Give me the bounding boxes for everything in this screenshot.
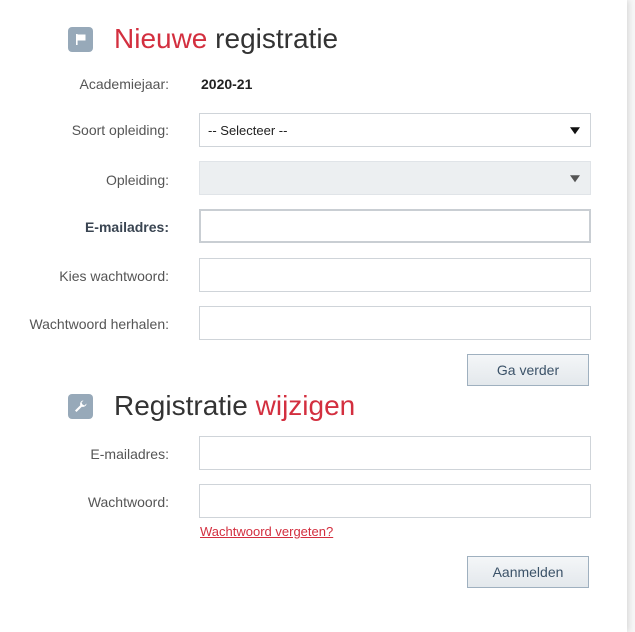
study-type-label: Soort opleiding: (71, 122, 169, 138)
email-label: E-mailadres: (84, 219, 169, 235)
program-select[interactable] (199, 161, 591, 195)
login-email-label: E-mailadres: (90, 446, 169, 462)
change-registration-title-accent: wijzigen (255, 390, 356, 421)
registration-panel: Nieuwe registratie Academiejaar: 2020-21… (0, 0, 627, 632)
login-button[interactable]: Aanmelden (467, 556, 589, 588)
program-label: Opleiding: (105, 172, 169, 188)
new-registration-heading: Nieuwe registratie (68, 23, 338, 55)
chevron-down-icon (570, 127, 580, 135)
password-repeat-field[interactable] (199, 306, 591, 340)
change-registration-heading: Registratie wijzigen (68, 390, 355, 422)
study-type-select[interactable]: -- Selecteer -- (199, 113, 591, 147)
password-label: Kies wachtwoord: (59, 268, 169, 284)
forgot-password-link[interactable]: Wachtwoord vergeten? (200, 524, 333, 539)
chevron-down-icon (570, 175, 580, 183)
wrench-icon (68, 393, 93, 419)
academic-year-label: Academiejaar: (79, 76, 170, 92)
email-field[interactable] (199, 209, 591, 243)
change-registration-title: Registratie wijzigen (114, 390, 355, 422)
login-password-field[interactable] (199, 484, 591, 518)
flag-icon (68, 26, 93, 52)
new-registration-title-rest: registratie (207, 23, 339, 54)
password-field[interactable] (199, 258, 591, 292)
login-email-field[interactable] (199, 436, 591, 470)
change-registration-title-rest: Registratie (114, 390, 256, 421)
password-repeat-label: Wachtwoord herhalen: (29, 316, 169, 332)
continue-button[interactable]: Ga verder (467, 354, 589, 386)
academic-year-value: 2020-21 (201, 76, 253, 92)
login-password-label: Wachtwoord: (87, 494, 169, 510)
study-type-selected: -- Selecteer -- (208, 122, 288, 138)
new-registration-title-accent: Nieuwe (114, 23, 208, 54)
new-registration-title: Nieuwe registratie (114, 23, 338, 55)
